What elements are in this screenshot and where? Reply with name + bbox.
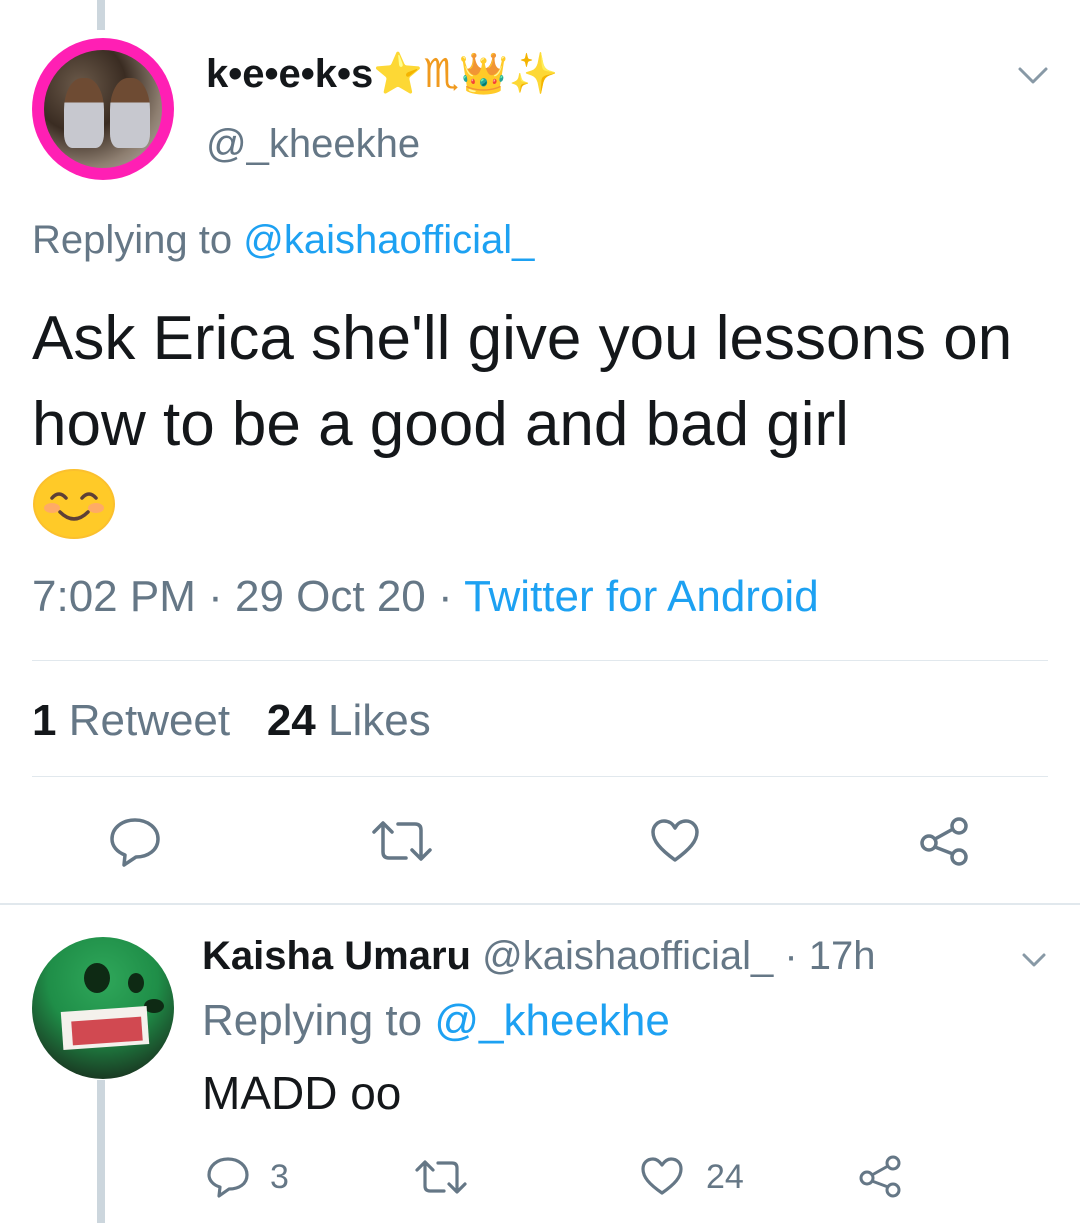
- like-icon[interactable]: [650, 818, 700, 864]
- chevron-down-icon[interactable]: [1016, 62, 1050, 88]
- scorpio-icon: ♏: [423, 52, 459, 96]
- reply-icon[interactable]: [206, 1156, 250, 1198]
- tweet-age[interactable]: 17h: [809, 934, 876, 978]
- avatar-splat: [84, 963, 110, 993]
- avatar-splat: [128, 973, 144, 993]
- likes-stat[interactable]: 24 Likes: [267, 696, 431, 745]
- replying-prefix: Replying to: [202, 996, 423, 1045]
- avatar[interactable]: [32, 937, 174, 1079]
- thread-line: [97, 1080, 105, 1223]
- star-icon: ⭐: [373, 52, 424, 96]
- chevron-down-icon[interactable]: [1020, 950, 1048, 970]
- share-icon[interactable]: [858, 1154, 902, 1198]
- avatar-splat: [144, 999, 164, 1013]
- meta-separator: ·: [195, 572, 235, 621]
- smiling-face-icon: [33, 469, 115, 539]
- retweet-count: 1: [32, 696, 57, 745]
- share-icon[interactable]: [918, 816, 970, 866]
- avatar-flag-stain: [71, 1016, 143, 1046]
- divider: [32, 660, 1048, 661]
- divider: [32, 776, 1048, 777]
- reply-header: Kaisha Umaru @kaishaofficial_ · 17h: [202, 934, 876, 979]
- like-count: 24: [706, 1158, 744, 1196]
- tweet-source[interactable]: Twitter for Android: [464, 572, 819, 621]
- display-name[interactable]: Kaisha Umaru: [202, 934, 471, 978]
- retweets-stat[interactable]: 1 Retweet: [32, 696, 230, 745]
- divider: [0, 903, 1080, 905]
- like-label: Likes: [328, 696, 431, 745]
- thread-line: [97, 0, 105, 30]
- mention-link[interactable]: @_kheekhe: [434, 996, 670, 1045]
- replying-to: Replying to @_kheekhe: [202, 996, 670, 1046]
- mention-link[interactable]: @kaishaofficial_: [243, 218, 534, 262]
- tweet-text: MADD oo: [202, 1067, 402, 1119]
- replying-to: Replying to @kaishaofficial_: [32, 218, 534, 263]
- avatar[interactable]: [32, 38, 174, 180]
- tweet-meta: 7:02 PM · 29 Oct 20 · Twitter for Androi…: [32, 572, 819, 622]
- meta-separator: ·: [425, 572, 465, 621]
- reply-count: 3: [270, 1158, 289, 1196]
- avatar-figure: [64, 78, 104, 148]
- like-count: 24: [266, 696, 316, 745]
- user-handle[interactable]: @kaishaofficial_: [482, 934, 773, 978]
- tweet-stats: 1 Retweet 24 Likes: [32, 696, 431, 746]
- retweet-icon[interactable]: [414, 1158, 468, 1196]
- crown-icon: 👑: [458, 52, 509, 96]
- retweet-label: Retweet: [68, 696, 231, 745]
- sparkles-icon: ✨: [508, 52, 559, 96]
- tweet-date[interactable]: 29 Oct 20: [235, 572, 426, 621]
- avatar-figure: [110, 78, 150, 148]
- meta-separator: ·: [773, 934, 809, 978]
- display-name-text: k•e•e•k•s: [206, 52, 374, 96]
- user-handle[interactable]: @_kheekhe: [206, 122, 420, 167]
- display-name[interactable]: k•e•e•k•s⭐♏👑✨: [206, 50, 559, 97]
- like-icon[interactable]: [640, 1156, 684, 1196]
- replying-prefix: Replying to: [32, 218, 233, 262]
- retweet-icon[interactable]: [370, 818, 434, 864]
- reply-icon[interactable]: [108, 816, 162, 868]
- tweet-text: Ask Erica she'll give you lessons on how…: [32, 304, 1013, 459]
- tweet-time[interactable]: 7:02 PM: [32, 572, 196, 621]
